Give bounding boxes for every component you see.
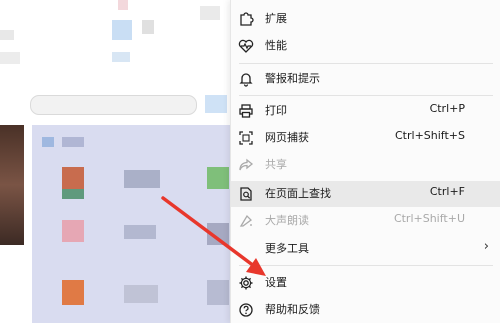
menu-item-label: 性能 [265,39,287,52]
menu-item-performance[interactable]: 性能 [231,33,500,59]
menu-item-label: 帮助和反馈 [265,303,320,316]
menu-item-settings[interactable]: 设置 [231,270,500,296]
blurred-thumb [112,20,132,40]
chevron-right-icon: › [483,239,489,254]
bell-icon [238,71,254,87]
browser-settings-menu: 扩展 性能 警报和提示 打印 Ctrl+P 网页捕获 Ctrl+Shift+S … [230,0,500,323]
menu-item-label: 在页面上查找 [265,187,331,200]
heartbeat-icon [238,38,254,54]
blurred-thumb [124,225,156,239]
blurred-thumb [62,189,84,199]
menu-item-more-tools[interactable]: 更多工具 › [231,236,500,262]
menu-separator [239,63,493,64]
menu-item-share: 共享 [231,152,500,178]
read-aloud-icon [238,213,254,229]
blurred-thumb [205,95,227,113]
menu-item-help[interactable]: 帮助和反馈 [231,297,500,323]
share-icon [238,157,254,173]
menu-item-label: 打印 [265,104,287,117]
menu-item-shortcut: Ctrl+F [429,185,465,198]
menu-item-extensions[interactable]: 扩展 [231,6,500,32]
menu-item-read-aloud: 大声朗读 Ctrl+Shift+U [231,208,500,234]
blurred-thumb [0,30,14,40]
blurred-thumb [0,52,20,64]
blurred-thumb [142,20,154,34]
menu-item-label: 扩展 [265,12,287,25]
menu-item-label: 警报和提示 [265,72,320,85]
blurred-thumb [207,280,229,305]
blurred-thumb [118,0,128,10]
blurred-thumb [124,285,158,303]
menu-separator [239,265,493,266]
blurred-thumb [207,167,229,189]
tools-icon [238,241,254,257]
menu-item-label: 共享 [265,158,287,171]
blurred-thumb [62,137,84,147]
blurred-thumb [112,52,130,62]
blurred-thumb [62,167,84,189]
blurred-thumb [207,223,229,245]
printer-icon [238,103,254,119]
capture-icon [238,130,254,146]
menu-item-label: 网页捕获 [265,131,309,144]
gear-icon [238,275,254,291]
blurred-thumb [62,280,84,305]
menu-item-find[interactable]: 在页面上查找 Ctrl+F [231,181,500,207]
menu-item-shortcut: Ctrl+Shift+S [395,129,465,142]
menu-item-web-capture[interactable]: 网页捕获 Ctrl+Shift+S [231,125,500,151]
menu-item-alerts[interactable]: 警报和提示 [231,66,500,92]
menu-item-label: 更多工具 [265,242,309,255]
menu-item-print[interactable]: 打印 Ctrl+P [231,98,500,124]
blurred-thumb [200,6,220,20]
find-icon [238,186,254,202]
menu-item-label: 大声朗读 [265,214,309,227]
menu-item-shortcut: Ctrl+P [429,102,465,115]
menu-separator [239,95,493,96]
menu-item-shortcut: Ctrl+Shift+U [393,212,465,225]
blurred-photo [0,125,24,245]
puzzle-icon [238,11,254,27]
blurred-searchbar [30,95,197,115]
blurred-content-panel [32,125,232,323]
blurred-thumb [62,220,84,242]
blurred-thumb [124,170,160,188]
blurred-thumb [42,137,54,147]
menu-item-label: 设置 [265,276,287,289]
help-icon [238,302,254,318]
